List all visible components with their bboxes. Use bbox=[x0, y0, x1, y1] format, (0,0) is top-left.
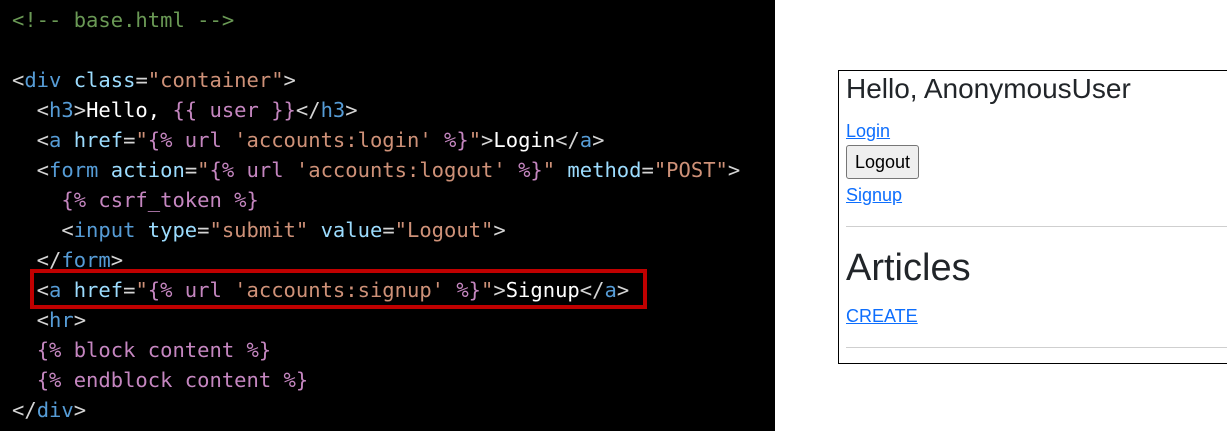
code-token: h3 bbox=[320, 98, 346, 122]
code-token: " bbox=[468, 128, 482, 152]
code-line: <h3>Hello, {{ user }}</h3> bbox=[12, 95, 358, 125]
code-token: value bbox=[308, 218, 383, 242]
code-token: > bbox=[73, 398, 87, 422]
code-token: < bbox=[12, 128, 50, 152]
code-token: action bbox=[98, 158, 185, 182]
code-token: "container" bbox=[147, 68, 284, 92]
rendered-page-preview: Hello, AnonymousUser Login Logout Signup… bbox=[838, 70, 1227, 364]
code-line: {% csrf_token %} bbox=[12, 185, 259, 215]
code-token: < bbox=[12, 308, 50, 332]
code-editor-panel: <!-- base.html --> <div class="container"… bbox=[0, 0, 775, 431]
code-token: {% url bbox=[147, 128, 222, 152]
code-token: a bbox=[579, 128, 593, 152]
code-token: = bbox=[641, 158, 654, 182]
code-token: 'accounts:logout' bbox=[283, 158, 519, 182]
code-token: {% endblock content %} bbox=[36, 368, 309, 392]
divider bbox=[846, 347, 1227, 348]
code-line: <div class="container"> bbox=[12, 65, 296, 95]
code-line: <a href="{% url 'accounts:login' %}">Log… bbox=[12, 125, 605, 155]
code-token: " bbox=[135, 128, 148, 152]
code-token: 'accounts:login' bbox=[221, 128, 445, 152]
code-token: > bbox=[73, 98, 87, 122]
code-token: Hello, bbox=[86, 98, 173, 122]
code-token: %} bbox=[518, 158, 543, 182]
code-token: <!-- base.html --> bbox=[12, 8, 235, 32]
code-token: " bbox=[197, 158, 210, 182]
code-line: </div> bbox=[12, 395, 86, 425]
signup-line-highlight bbox=[30, 269, 647, 309]
code-token: {% url bbox=[209, 158, 284, 182]
login-link[interactable]: Login bbox=[846, 121, 890, 142]
code-line: {% block content %} bbox=[12, 335, 272, 365]
code-token: > bbox=[481, 128, 494, 152]
code-token: "submit" bbox=[209, 218, 309, 242]
code-token: < bbox=[12, 158, 50, 182]
create-link[interactable]: CREATE bbox=[846, 306, 918, 327]
code-token: > bbox=[283, 68, 296, 92]
signup-link[interactable]: Signup bbox=[846, 185, 902, 206]
code-token: </ bbox=[295, 98, 321, 122]
code-token: class bbox=[61, 68, 136, 92]
code-token: div bbox=[36, 398, 74, 422]
code-token: > bbox=[73, 308, 87, 332]
articles-heading: Articles bbox=[846, 247, 971, 289]
code-token: form bbox=[49, 158, 99, 182]
code-token: = bbox=[382, 218, 395, 242]
code-token: = bbox=[184, 158, 198, 182]
code-token: "Logout" bbox=[394, 218, 494, 242]
code-token: > bbox=[727, 158, 741, 182]
code-token: </ bbox=[12, 398, 37, 422]
code-token: " bbox=[542, 158, 556, 182]
code-token: < bbox=[12, 68, 25, 92]
code-token: hr bbox=[49, 308, 74, 332]
code-token: a bbox=[49, 128, 62, 152]
code-token: > bbox=[493, 218, 506, 242]
code-token: %} bbox=[444, 128, 469, 152]
greeting-heading: Hello, AnonymousUser bbox=[846, 73, 1131, 104]
code-token: {% csrf_token %} bbox=[61, 188, 259, 212]
code-line: <hr> bbox=[12, 305, 86, 335]
code-token: type bbox=[135, 218, 198, 242]
code-token: = bbox=[197, 218, 210, 242]
code-token: > bbox=[345, 98, 358, 122]
code-token: {% block content %} bbox=[36, 338, 272, 362]
logout-button[interactable]: Logout bbox=[846, 145, 920, 179]
code-token: </ bbox=[555, 128, 580, 152]
code-token: div bbox=[24, 68, 62, 92]
code-token: = bbox=[123, 128, 136, 152]
code-token: > bbox=[592, 128, 605, 152]
code-token: "POST" bbox=[653, 158, 728, 182]
code-line: {% endblock content %} bbox=[12, 365, 309, 395]
code-token: < bbox=[12, 98, 50, 122]
code-token: h3 bbox=[49, 98, 74, 122]
code-token: method bbox=[555, 158, 642, 182]
code-line: <form action="{% url 'accounts:logout' %… bbox=[12, 155, 741, 185]
code-token: href bbox=[61, 128, 124, 152]
code-token: {{ user }} bbox=[172, 98, 296, 122]
code-line: <!-- base.html --> bbox=[12, 5, 234, 35]
code-line: <input type="submit" value="Logout"> bbox=[12, 215, 506, 245]
code-token: input bbox=[73, 218, 136, 242]
code-token: = bbox=[135, 68, 148, 92]
code-token: Login bbox=[493, 128, 556, 152]
divider bbox=[846, 226, 1227, 227]
code-token: < bbox=[12, 218, 74, 242]
